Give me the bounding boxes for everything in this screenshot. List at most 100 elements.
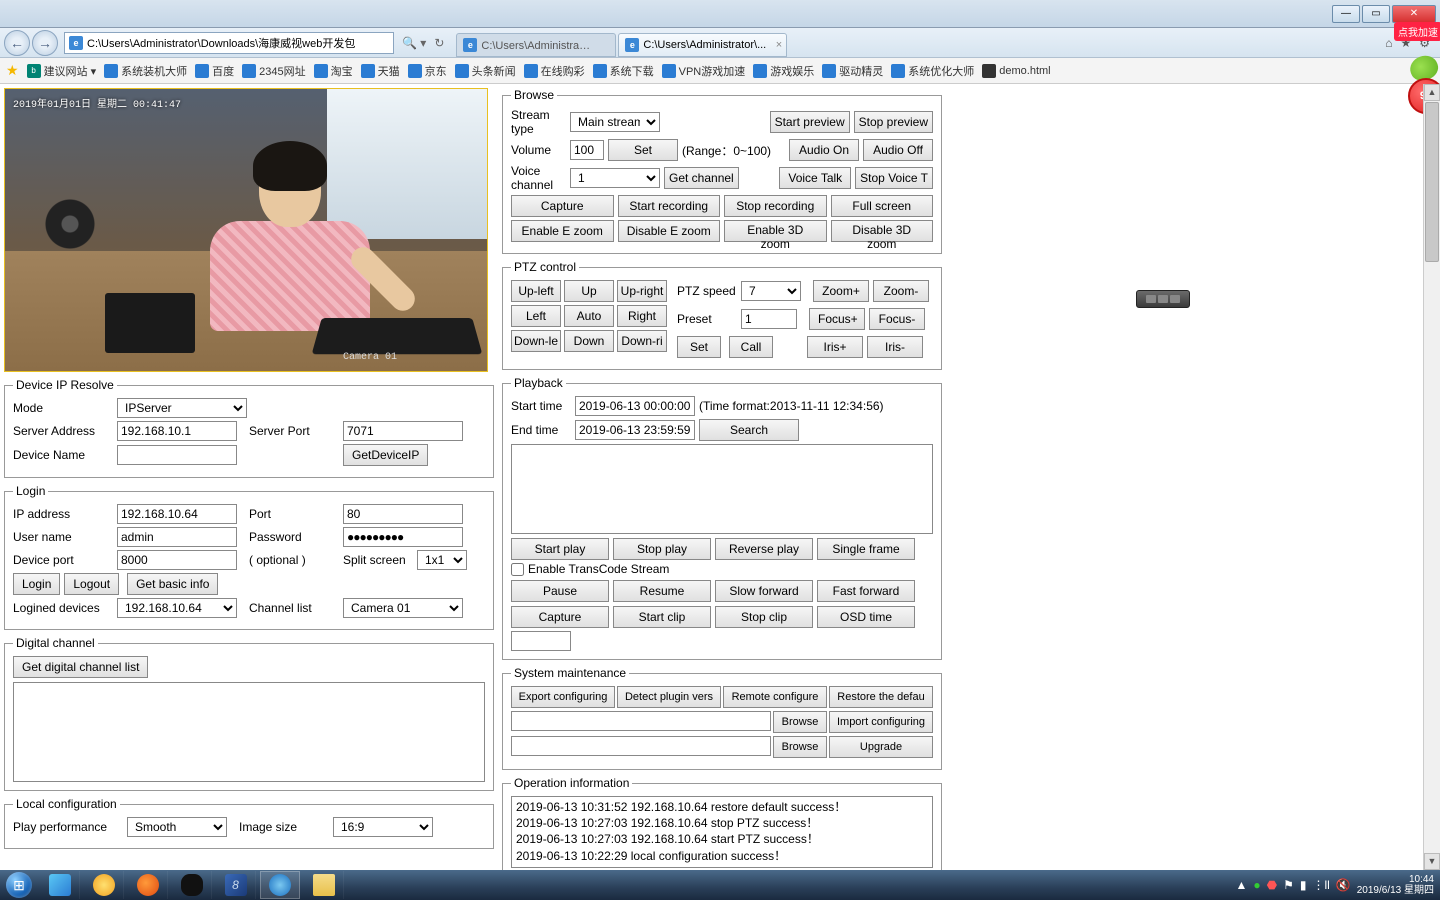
stream-type-select[interactable]: Main stream — [570, 112, 660, 132]
fav-item[interactable]: 驱动精灵 — [822, 63, 883, 79]
playback-extra-input[interactable] — [511, 631, 571, 651]
focus-out-button[interactable]: Focus- — [869, 308, 925, 330]
tray-flag-icon[interactable]: ⚑ — [1283, 878, 1294, 892]
device-port-input[interactable] — [117, 550, 237, 570]
tray-network-icon[interactable]: ▮ — [1300, 878, 1307, 892]
zoom-out-button[interactable]: Zoom- — [873, 280, 929, 302]
browser-tab-0[interactable]: e C:\Users\Administrator\Downloads\海康威视w… — [456, 33, 616, 57]
disable-3d-zoom-button[interactable]: Disable 3D zoom — [831, 220, 934, 242]
pause-button[interactable]: Pause — [511, 580, 609, 602]
home-icon[interactable]: ⌂ — [1385, 36, 1392, 50]
address-bar[interactable]: e C:\Users\Administrator\Downloads\海康威视w… — [64, 32, 394, 54]
single-frame-button[interactable]: Single frame — [817, 538, 915, 560]
start-play-button[interactable]: Start play — [511, 538, 609, 560]
fav-item[interactable]: 百度 — [195, 63, 234, 79]
audio-off-button[interactable]: Audio Off — [863, 139, 933, 161]
device-name-input[interactable] — [117, 445, 237, 465]
image-size-select[interactable]: 16:9 — [333, 817, 433, 837]
taskbar-app-icon[interactable] — [84, 871, 124, 899]
fav-item[interactable]: VPN游戏加速 — [662, 63, 746, 79]
iris-out-button[interactable]: Iris- — [867, 336, 923, 358]
logined-devices-select[interactable]: 192.168.10.64 — [117, 598, 237, 618]
scroll-down-arrow-icon[interactable]: ▼ — [1424, 853, 1440, 870]
osd-time-button[interactable]: OSD time — [817, 606, 915, 628]
export-config-button[interactable]: Export configuring — [511, 686, 615, 708]
fav-item[interactable]: 游戏娱乐 — [753, 63, 814, 79]
tray-shield-icon[interactable]: ⬣ — [1267, 878, 1277, 892]
volume-input[interactable] — [570, 140, 604, 160]
playback-capture-button[interactable]: Capture — [511, 606, 609, 628]
voice-talk-button[interactable]: Voice Talk — [779, 167, 851, 189]
window-close-button[interactable]: ✕ — [1392, 5, 1436, 23]
ptz-right-button[interactable]: Right — [617, 305, 667, 327]
port-input[interactable] — [343, 504, 463, 524]
video-preview[interactable]: 2019年01月01日 星期二 00:41:47 Camera 01 — [4, 88, 488, 372]
capture-button[interactable]: Capture — [511, 195, 614, 217]
ptz-auto-button[interactable]: Auto — [564, 305, 614, 327]
play-performance-select[interactable]: Smooth — [127, 817, 227, 837]
fav-item[interactable]: 淘宝 — [314, 63, 353, 79]
fav-item[interactable]: 系统装机大师 — [104, 63, 187, 79]
get-channel-button[interactable]: Get channel — [664, 167, 739, 189]
nav-back-button[interactable]: ← — [4, 30, 30, 56]
start-clip-button[interactable]: Start clip — [613, 606, 711, 628]
enable-e-zoom-button[interactable]: Enable E zoom — [511, 220, 614, 242]
tray-volume-icon[interactable]: 🔇 — [1336, 878, 1351, 892]
iris-in-button[interactable]: Iris+ — [807, 336, 863, 358]
restore-default-button[interactable]: Restore the defau — [829, 686, 933, 708]
start-recording-button[interactable]: Start recording — [618, 195, 721, 217]
volume-set-button[interactable]: Set — [608, 139, 678, 161]
fast-forward-button[interactable]: Fast forward — [817, 580, 915, 602]
tray-clock[interactable]: 10:44 2019/6/13 星期四 — [1357, 874, 1434, 896]
fav-suggested[interactable]: b建议网站 ▾ — [27, 63, 97, 79]
start-button[interactable] — [0, 870, 38, 900]
full-screen-button[interactable]: Full screen — [831, 195, 934, 217]
voice-channel-select[interactable]: 1 — [570, 168, 660, 188]
ptz-up-button[interactable]: Up — [564, 280, 614, 302]
get-digital-channel-button[interactable]: Get digital channel list — [13, 656, 148, 678]
login-button[interactable]: Login — [13, 573, 60, 595]
resume-button[interactable]: Resume — [613, 580, 711, 602]
start-preview-button[interactable]: Start preview — [770, 111, 850, 133]
stop-play-button[interactable]: Stop play — [613, 538, 711, 560]
focus-in-button[interactable]: Focus+ — [809, 308, 865, 330]
page-scrollbar[interactable]: ▲ ▼ — [1423, 84, 1440, 870]
taskbar-qq-icon[interactable] — [172, 871, 212, 899]
reverse-play-button[interactable]: Reverse play — [715, 538, 813, 560]
fav-item[interactable]: 在线购彩 — [524, 63, 585, 79]
detect-plugin-button[interactable]: Detect plugin vers — [617, 686, 721, 708]
fav-item[interactable]: 系统下载 — [593, 63, 654, 79]
get-basic-info-button[interactable]: Get basic info — [127, 573, 218, 595]
disable-e-zoom-button[interactable]: Disable E zoom — [618, 220, 721, 242]
taskbar-app-icon[interactable]: 8 — [216, 871, 256, 899]
ptz-down-right-button[interactable]: Down-ri — [617, 330, 667, 352]
taskbar-app-icon[interactable] — [40, 871, 80, 899]
fav-item[interactable]: 系统优化大师 — [891, 63, 974, 79]
search-icon[interactable]: 🔍 ▾ — [402, 36, 426, 50]
search-button[interactable]: Search — [699, 419, 799, 441]
preset-input[interactable] — [741, 309, 797, 329]
get-device-ip-button[interactable]: GetDeviceIP — [343, 444, 428, 466]
mode-select[interactable]: IPServer — [117, 398, 247, 418]
import-path-input[interactable] — [511, 711, 771, 731]
scroll-up-arrow-icon[interactable]: ▲ — [1424, 84, 1440, 101]
fav-item[interactable]: 头条新闻 — [455, 63, 516, 79]
stop-recording-button[interactable]: Stop recording — [724, 195, 827, 217]
ptz-up-left-button[interactable]: Up-left — [511, 280, 561, 302]
add-favorite-icon[interactable]: ★ — [6, 62, 19, 79]
upgrade-path-input[interactable] — [511, 736, 771, 756]
digital-channel-listbox[interactable] — [13, 682, 485, 782]
window-min-button[interactable]: — — [1332, 5, 1360, 23]
ptz-speed-select[interactable]: 7 — [741, 281, 801, 301]
ptz-up-right-button[interactable]: Up-right — [617, 280, 667, 302]
zoom-in-button[interactable]: Zoom+ — [813, 280, 869, 302]
slow-forward-button[interactable]: Slow forward — [715, 580, 813, 602]
browser-tab-1[interactable]: e C:\Users\Administrator\... × — [618, 33, 787, 57]
scroll-thumb[interactable] — [1425, 102, 1439, 262]
operation-log[interactable]: 2019-06-13 10:31:52 192.168.10.64 restor… — [511, 796, 933, 868]
ip-input[interactable] — [117, 504, 237, 524]
accelerate-badge[interactable]: 点我加速 — [1394, 22, 1440, 41]
refresh-icon[interactable]: ↻ — [434, 36, 444, 50]
nav-forward-button[interactable]: → — [32, 30, 58, 56]
playback-results-listbox[interactable] — [511, 444, 933, 534]
